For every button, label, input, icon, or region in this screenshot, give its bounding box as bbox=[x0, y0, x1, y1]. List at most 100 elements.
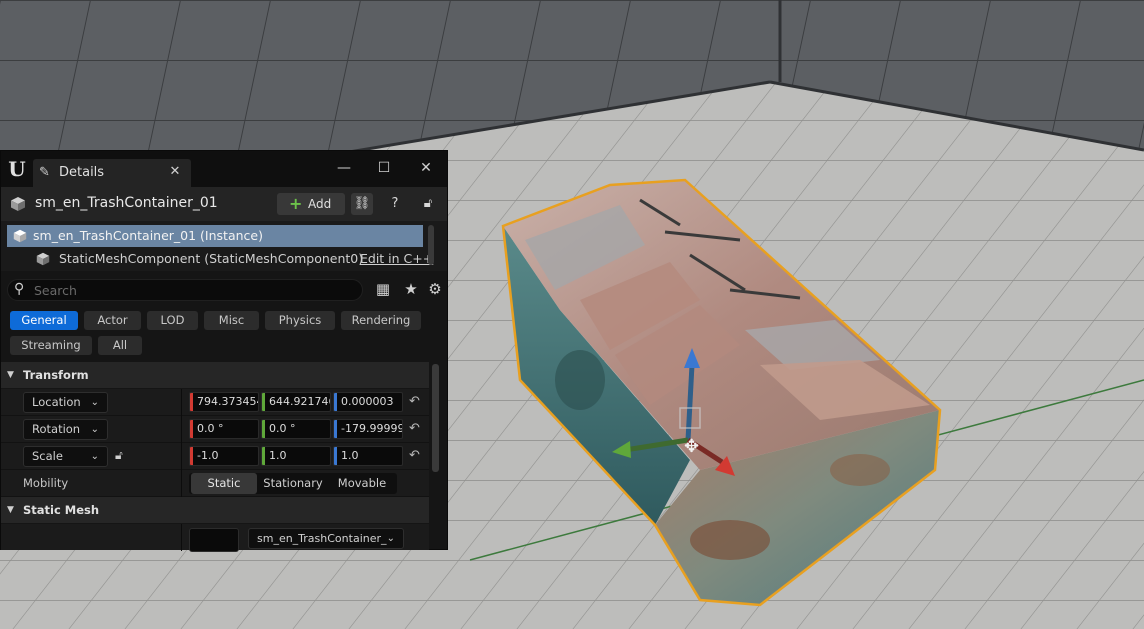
search-icon: ⚲ bbox=[14, 281, 25, 297]
scale-y-field[interactable]: 1.0 bbox=[261, 446, 331, 466]
mobility-static-option[interactable]: Static bbox=[191, 473, 257, 494]
chevron-down-icon: ▼ bbox=[7, 370, 14, 380]
tab-close-button[interactable]: ✕ bbox=[167, 164, 183, 180]
filter-all[interactable]: All bbox=[98, 336, 142, 355]
grid-view-icon[interactable]: ▦ bbox=[373, 279, 393, 299]
rotation-z-value: -179.99999 bbox=[341, 422, 403, 435]
details-scrollbar[interactable] bbox=[432, 364, 439, 472]
scale-dropdown[interactable]: Scale ⌄ bbox=[23, 446, 108, 467]
tree-item-component-label: StaticMeshComponent (StaticMeshComponent… bbox=[59, 251, 364, 266]
add-label: Add bbox=[308, 197, 332, 211]
divider bbox=[181, 470, 182, 497]
help-icon[interactable]: ? bbox=[384, 193, 406, 215]
details-panel: U ✎ Details ✕ — ☐ ✕ sm_en_TrashContainer… bbox=[0, 150, 448, 552]
location-x-field[interactable]: 794.373454 bbox=[189, 392, 259, 412]
rotation-y-field[interactable]: 0.0 ° bbox=[261, 419, 331, 439]
section-static-mesh-header[interactable]: ▼ Static Mesh bbox=[1, 497, 429, 523]
divider bbox=[181, 443, 182, 470]
tree-scrollbar[interactable] bbox=[428, 225, 434, 265]
mobility-movable-option[interactable]: Movable bbox=[329, 473, 395, 494]
lock-icon[interactable]: 🔓︎ bbox=[417, 193, 439, 215]
location-dropdown[interactable]: Location ⌄ bbox=[23, 392, 108, 413]
tree-item-component[interactable]: StaticMeshComponent (StaticMeshComponent… bbox=[35, 249, 363, 269]
property-row-location: Location ⌄ 794.373454 644.921746 0.00000… bbox=[1, 389, 429, 416]
cube-icon bbox=[36, 252, 50, 266]
selected-object-row: sm_en_TrashContainer_01 + Add ⛓ ? 🔓︎ bbox=[1, 187, 447, 221]
rotation-y-value: 0.0 ° bbox=[269, 422, 296, 435]
tab-details-label: Details bbox=[59, 165, 105, 180]
divider bbox=[181, 416, 182, 443]
scale-z-field[interactable]: 1.0 bbox=[333, 446, 403, 466]
location-y-field[interactable]: 644.921746 bbox=[261, 392, 331, 412]
pencil-icon: ✎ bbox=[39, 165, 50, 180]
mobility-segmented-control: Static Stationary Movable bbox=[189, 473, 397, 494]
reset-arrow-icon[interactable]: ↶ bbox=[409, 448, 425, 464]
axis-x-bar bbox=[190, 447, 193, 465]
unreal-logo-icon: U bbox=[8, 157, 26, 181]
star-icon[interactable]: ★ bbox=[401, 279, 421, 299]
filter-general[interactable]: General bbox=[10, 311, 78, 330]
property-row-static-mesh: sm_en_TrashContainer_ ⌄ bbox=[1, 524, 429, 552]
axis-y-bar bbox=[262, 393, 265, 411]
rotation-x-field[interactable]: 0.0 ° bbox=[189, 419, 259, 439]
section-transform-title: Transform bbox=[23, 368, 89, 382]
component-tree: sm_en_TrashContainer_01 (Instance) Stati… bbox=[1, 221, 447, 271]
tab-details[interactable]: ✎ Details ✕ bbox=[33, 159, 191, 187]
chevron-down-icon: ⌄ bbox=[90, 451, 99, 462]
section-transform-header[interactable]: ▼ Transform bbox=[1, 362, 429, 388]
filter-actor[interactable]: Actor bbox=[84, 311, 141, 330]
static-mesh-dropdown[interactable]: sm_en_TrashContainer_ ⌄ bbox=[248, 528, 404, 549]
location-x-value: 794.373454 bbox=[197, 395, 259, 408]
maximize-button[interactable]: ☐ bbox=[371, 157, 397, 179]
filter-physics[interactable]: Physics bbox=[265, 311, 335, 330]
chevron-down-icon: ▼ bbox=[7, 505, 14, 515]
edit-in-cpp-link[interactable]: Edit in C++ bbox=[360, 251, 433, 266]
scale-z-value: 1.0 bbox=[341, 449, 359, 462]
rotation-label: Rotation bbox=[32, 422, 81, 436]
lock-icon[interactable]: 🔓︎ bbox=[115, 448, 131, 464]
location-z-value: 0.000003 bbox=[341, 395, 394, 408]
scale-label: Scale bbox=[32, 449, 63, 463]
axis-y-bar bbox=[262, 420, 265, 438]
reset-arrow-icon[interactable]: ↶ bbox=[409, 421, 425, 437]
location-y-value: 644.921746 bbox=[269, 395, 331, 408]
scale-y-value: 1.0 bbox=[269, 449, 287, 462]
axis-z-bar bbox=[334, 420, 337, 438]
axis-z-bar bbox=[334, 393, 337, 411]
mobility-label: Mobility bbox=[23, 476, 69, 490]
add-component-button[interactable]: + Add bbox=[277, 193, 345, 215]
details-titlebar[interactable]: U ✎ Details ✕ — ☐ ✕ bbox=[1, 151, 447, 187]
divider bbox=[181, 524, 182, 551]
filter-rendering[interactable]: Rendering bbox=[341, 311, 421, 330]
gear-icon[interactable]: ⚙ bbox=[425, 279, 445, 299]
filter-misc[interactable]: Misc bbox=[204, 311, 259, 330]
filter-streaming[interactable]: Streaming bbox=[10, 336, 92, 355]
chevron-down-icon: ⌄ bbox=[386, 533, 395, 544]
chevron-down-icon: ⌄ bbox=[90, 424, 99, 435]
search-box[interactable]: ⚲ bbox=[7, 279, 363, 301]
reset-arrow-icon[interactable]: ↶ bbox=[409, 394, 425, 410]
cube-icon bbox=[13, 229, 27, 243]
scale-x-field[interactable]: -1.0 bbox=[189, 446, 259, 466]
search-input[interactable] bbox=[34, 282, 354, 299]
cube-icon bbox=[11, 197, 25, 211]
mobility-stationary-option[interactable]: Stationary bbox=[259, 473, 327, 494]
tree-item-instance[interactable]: sm_en_TrashContainer_01 (Instance) bbox=[7, 225, 423, 247]
location-label: Location bbox=[32, 395, 81, 409]
plus-icon: + bbox=[289, 194, 303, 213]
object-name: sm_en_TrashContainer_01 bbox=[35, 195, 218, 211]
section-static-mesh-title: Static Mesh bbox=[23, 503, 100, 517]
rotation-dropdown[interactable]: Rotation ⌄ bbox=[23, 419, 108, 440]
svg-text:✥: ✥ bbox=[684, 436, 699, 457]
filter-lod[interactable]: LOD bbox=[147, 311, 198, 330]
minimize-button[interactable]: — bbox=[331, 157, 357, 179]
blueprint-icon[interactable]: ⛓ bbox=[351, 193, 373, 215]
mesh-thumbnail[interactable] bbox=[189, 528, 239, 552]
rotation-z-field[interactable]: -179.99999 bbox=[333, 419, 403, 439]
property-row-rotation: Rotation ⌄ 0.0 ° 0.0 ° -179.99999 ↶ bbox=[1, 416, 429, 443]
location-z-field[interactable]: 0.000003 bbox=[333, 392, 403, 412]
close-window-button[interactable]: ✕ bbox=[413, 157, 439, 179]
property-row-scale: Scale ⌄ 🔓︎ -1.0 1.0 1.0 ↶ bbox=[1, 443, 429, 470]
rotation-x-value: 0.0 ° bbox=[197, 422, 224, 435]
chevron-down-icon: ⌄ bbox=[90, 397, 99, 408]
